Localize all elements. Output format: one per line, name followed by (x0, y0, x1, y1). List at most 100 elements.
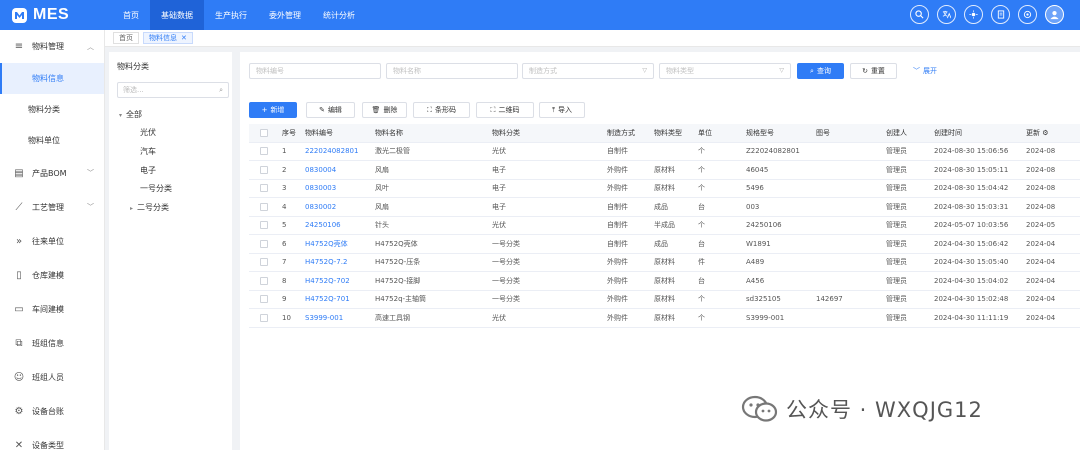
material-code-link[interactable]: 0830004 (305, 166, 336, 174)
row-checkbox[interactable] (259, 165, 268, 174)
table-row[interactable]: 6 H4752Q壳体 H4752Q壳体 一号分类 自制件 成品台 W1891 管理员 2024-… (249, 234, 1080, 254)
table-cell: 一号分类 (488, 253, 603, 272)
column-header: 规格型号 (742, 124, 812, 143)
search-icon[interactable] (910, 5, 929, 24)
add-button[interactable]: + 新增 (249, 102, 297, 118)
sidebar-item-process[interactable]: ⟋ 工艺管理 ﹀ (0, 190, 104, 224)
row-checkbox[interactable] (259, 313, 268, 322)
translate-icon[interactable] (937, 5, 956, 24)
tree-node-expandable[interactable]: ▸ 二号分类 (130, 202, 169, 213)
tab-home[interactable]: 首页 (113, 32, 139, 44)
row-checkbox[interactable] (259, 221, 268, 230)
sidebar-item-material-category[interactable]: 物料分类 (0, 94, 104, 125)
table-cell: 电子 (488, 160, 603, 180)
table-row[interactable]: 4 0830002 风扇 电子 自制件 成品台 003 管理员 2024-08-30 15:03… (249, 197, 1080, 217)
sidebar-item-team-members[interactable]: ☺ 班组人员 (0, 360, 104, 394)
table-cell: 2024-08 (1022, 142, 1080, 161)
table-row[interactable]: 3 0830003 风叶 电子 外购件 原材料个 5496 管理员 2024-08-30 15:… (249, 179, 1080, 198)
topnav-outsourcing[interactable]: 委外管理 (258, 0, 312, 30)
table-cell: 风叶 (371, 179, 488, 198)
table-row[interactable]: 9 H4752Q-701 H4752q-主轴筒 一号分类 外购件 原材料个 sd325105… (249, 290, 1080, 309)
sidebar-item-material-info[interactable]: 物料信息 (0, 63, 104, 94)
row-checkbox[interactable] (259, 295, 268, 304)
material-name-input[interactable] (387, 64, 517, 78)
reset-button[interactable]: ↻ 重置 (850, 63, 897, 79)
material-code-link[interactable]: 0830002 (305, 203, 336, 211)
row-checkbox[interactable] (259, 276, 268, 285)
material-code-link[interactable]: H4752Q-7.2 (305, 258, 347, 266)
table-row[interactable]: 5 24250106 针头 光伏 自制件 半成品个 24250106 管理员 2024-05-0… (249, 216, 1080, 235)
tree-search-input[interactable] (118, 83, 208, 97)
sidebar-item-label: 工艺管理 (32, 202, 64, 212)
topnav-statistics[interactable]: 统计分析 (312, 0, 366, 30)
query-button[interactable]: ⌕ 查询 (797, 63, 844, 79)
trash-icon: 🗑 (371, 106, 381, 114)
sidebar-item-team-info[interactable]: ⧉ 班组信息 (0, 326, 104, 360)
sidebar-item-product-bom[interactable]: ▤ 产品BOM ﹀ (0, 156, 104, 190)
topnav-production[interactable]: 生产执行 (204, 0, 258, 30)
tree-node[interactable]: 光伏 (140, 127, 156, 138)
tree-node[interactable]: 电子 (140, 165, 156, 176)
row-checkbox[interactable] (259, 147, 268, 156)
tree-title: 物料分类 (117, 62, 149, 71)
table-row[interactable]: 8 H4752Q-702 H4752Q-接脚 一号分类 外购件 原材料台 A456 管理员 20… (249, 271, 1080, 291)
sidebar-group-material-management[interactable]: ≡ 物料管理 ︿ (0, 30, 104, 63)
material-type-select[interactable] (660, 64, 790, 78)
close-icon[interactable]: ✕ (181, 34, 187, 42)
tree-node[interactable]: 一号分类 (140, 183, 172, 194)
material-code-link[interactable]: 24250106 (305, 221, 341, 229)
table-cell: 2024-04 (1022, 290, 1080, 309)
table-cell: 2024-04 (1022, 234, 1080, 254)
tab-material-info[interactable]: 物料信息 ✕ (143, 32, 193, 44)
import-button[interactable]: ⤒ 导入 (539, 102, 585, 118)
table-row[interactable]: 7 H4752Q-7.2 H4752Q-压条 一号分类 外购件 原材料件 A489 管理员 20… (249, 253, 1080, 272)
table-cell: 2024-04 (1022, 253, 1080, 272)
sidebar-item-warehouse[interactable]: ▯ 仓库建模 (0, 258, 104, 292)
expand-label: 展开 (923, 67, 937, 75)
row-checkbox[interactable] (259, 202, 268, 211)
table-cell: 24250106 (301, 216, 371, 235)
material-code-link[interactable]: H4752Q-702 (305, 277, 350, 285)
method-select[interactable] (523, 64, 653, 78)
document-icon[interactable] (991, 5, 1010, 24)
table-row[interactable]: 10 S3999-001 高速工具钢 光伏 外购件 原材料个 S3999-001 管理员 202… (249, 308, 1080, 328)
qrcode-button[interactable]: ⛶ 二维码 (476, 102, 534, 118)
search-icon[interactable]: ⌕ (219, 86, 223, 95)
topnav-basic-data[interactable]: 基础数据 (150, 0, 204, 30)
sidebar-item-partners[interactable]: » 往来单位 (0, 224, 104, 258)
material-code-input[interactable] (250, 64, 380, 78)
app-logo[interactable]: MES (0, 6, 112, 24)
material-code-link[interactable]: 0830003 (305, 184, 336, 192)
table-header-row: 序号 物料编号 物料名称 物料分类 制造方式 物料类型 单位 规格型号 图号 创… (249, 124, 1080, 143)
sidebar-item-equipment-ledger[interactable]: ⚙ 设备台账 (0, 394, 104, 428)
table-row[interactable]: 2 0830004 风扇 电子 外购件 原材料个 46045 管理员 2024-08-30 15… (249, 160, 1080, 180)
barcode-button[interactable]: ⛶ 条形码 (413, 102, 470, 118)
table-cell: 件 (694, 253, 742, 272)
edit-button[interactable]: ✎ 编辑 (306, 102, 355, 118)
sidebar-item-material-unit[interactable]: 物料单位 (0, 125, 104, 156)
expand-button[interactable]: ﹀ 展开 (908, 63, 942, 79)
delete-button[interactable]: 🗑 删除 (362, 102, 407, 118)
table-row[interactable]: 1 222024082801 激光二极管 光伏 自制件个 Z22024082801 管理员 2… (249, 142, 1080, 161)
table-cell: 2024-04-30 15:06:42 (930, 234, 1022, 254)
row-checkbox[interactable] (259, 258, 268, 267)
sidebar-item-workshop[interactable]: ▭ 车间建模 (0, 292, 104, 326)
material-code-link[interactable]: H4752Q壳体 (305, 240, 348, 248)
tree-node-root[interactable]: ▾ 全部 (119, 109, 142, 120)
gear-icon[interactable]: ⚙ (1042, 129, 1048, 137)
material-code-link[interactable]: H4752Q-701 (305, 295, 350, 303)
material-code-link[interactable]: 222024082801 (305, 147, 358, 155)
row-checkbox[interactable] (259, 239, 268, 248)
select-all-checkbox[interactable] (259, 128, 268, 137)
table-cell: 2024-08 (1022, 160, 1080, 180)
material-code-link[interactable]: S3999-001 (305, 314, 343, 322)
sidebar-item-equipment-type[interactable]: ✕ 设备类型 (0, 428, 104, 450)
settings-icon[interactable] (1018, 5, 1037, 24)
row-checkbox[interactable] (259, 184, 268, 193)
user-avatar-icon[interactable] (1045, 5, 1064, 24)
table-cell: 外购件 (603, 253, 650, 272)
tree-node[interactable]: 汽车 (140, 146, 156, 157)
topnav-home[interactable]: 首页 (112, 0, 150, 30)
table-cell: 原材料 (650, 160, 694, 180)
theme-icon[interactable] (964, 5, 983, 24)
